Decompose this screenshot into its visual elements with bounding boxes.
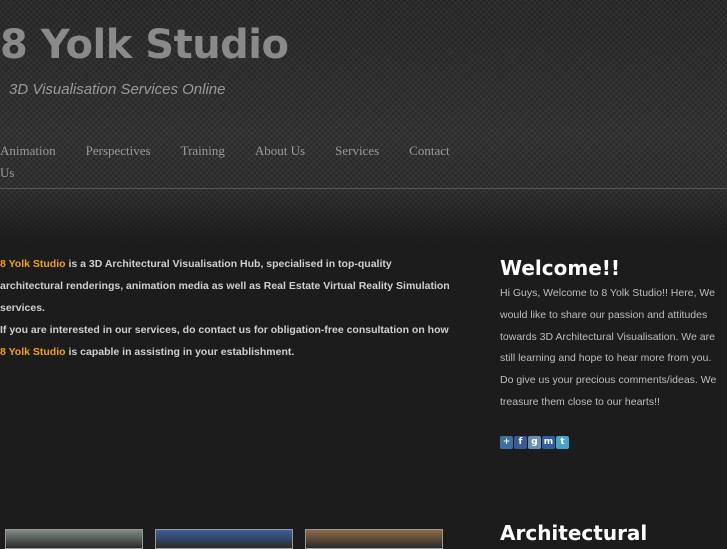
site-tagline: 3D Visualisation Services Online (9, 81, 226, 98)
twitter-icon[interactable]: t (556, 436, 569, 449)
nav-item-training[interactable]: Training (181, 140, 225, 162)
gallery-thumb-1[interactable] (5, 529, 143, 549)
nav-item-animation[interactable]: Animation (0, 140, 56, 162)
intro-paragraph-2: If you are interested in our services, d… (0, 319, 450, 363)
welcome-title: Welcome!! (500, 256, 621, 280)
gallery-thumb-3[interactable] (305, 529, 443, 549)
main-nav: Animation Perspectives Training About Us Ser… (0, 140, 470, 184)
gallery-thumb-2[interactable] (155, 529, 293, 549)
nav-item-services[interactable]: Services (335, 140, 379, 162)
intro-line2-end: is capable in assisting in your establis… (65, 346, 295, 358)
nav-item-about-us[interactable]: About Us (255, 140, 305, 162)
nav-item-contact[interactable]: Contact (409, 140, 449, 162)
myspace-icon[interactable]: m (542, 436, 555, 449)
welcome-body: Hi Guys, Welcome to 8 Yolk Studio!! Here… (500, 287, 717, 408)
header-fade (0, 190, 727, 245)
share-icon[interactable]: + (500, 436, 513, 449)
nav-item-perspectives[interactable]: Perspectives (86, 140, 151, 162)
intro-paragraph-1: 8 Yolk Studio is a 3D Architectural Visu… (0, 253, 450, 319)
social-icons: + f g m t (500, 436, 569, 449)
facebook-icon[interactable]: f (514, 436, 527, 449)
nav-item-contact-us-wrap[interactable]: Us (0, 162, 440, 184)
intro-line1-text: is a 3D Architectural Visualisation Hub,… (0, 258, 450, 314)
google-icon[interactable]: g (528, 436, 541, 449)
intro-text: 8 Yolk Studio is a 3D Architectural Visu… (0, 253, 450, 363)
site-title[interactable]: 8 Yolk Studio (0, 22, 289, 68)
brand-link-2[interactable]: 8 Yolk Studio (0, 346, 66, 358)
nav-divider (0, 188, 727, 189)
intro-line2-text: If you are interested in our services, d… (0, 324, 449, 336)
brand-link[interactable]: 8 Yolk Studio (0, 258, 66, 270)
architectural-title: Architectural (500, 521, 648, 545)
